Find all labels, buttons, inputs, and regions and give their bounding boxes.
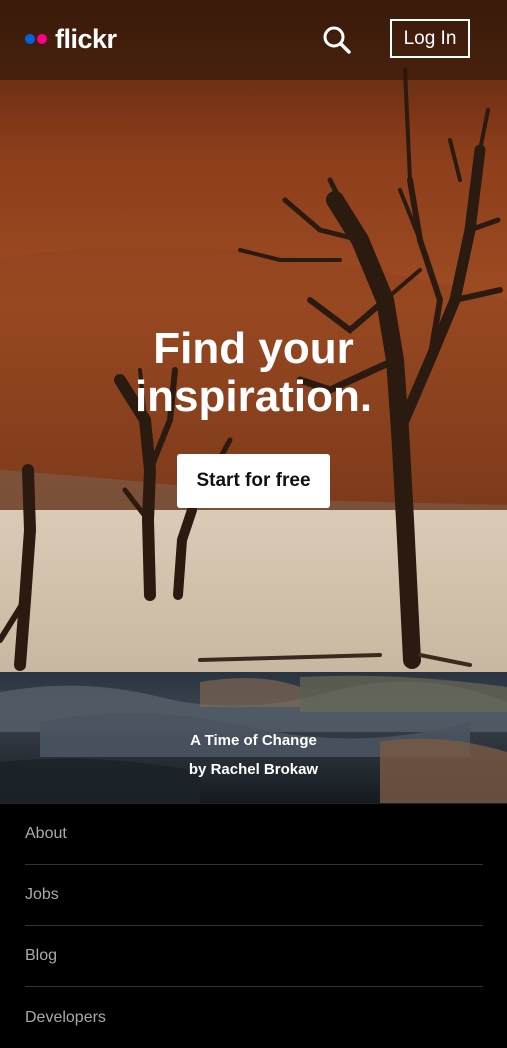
logo-text: flickr	[55, 24, 117, 54]
footer-link-developers[interactable]: Developers	[25, 987, 483, 1048]
flickr-logo[interactable]: flickr	[25, 24, 117, 54]
photo-author[interactable]: by Rachel Brokaw	[0, 761, 507, 778]
start-for-free-button[interactable]: Start for free	[177, 454, 330, 508]
search-button[interactable]	[322, 25, 352, 55]
footer-link-blog[interactable]: Blog	[25, 926, 483, 987]
hero-headline: Find your inspiration.	[0, 325, 507, 421]
footer-link-about[interactable]: About	[25, 804, 483, 865]
hero-headline-line-1: Find your	[153, 324, 354, 373]
logo-blue-dot-icon	[25, 34, 35, 44]
hero-headline-line-2: inspiration.	[134, 372, 373, 421]
logo-pink-dot-icon	[37, 34, 47, 44]
top-navigation-bar: flickr Log In	[0, 0, 507, 80]
search-icon	[323, 26, 351, 54]
footer-links: About Jobs Blog Developers	[0, 803, 507, 1043]
photo-title[interactable]: A Time of Change	[0, 732, 507, 749]
photo-credit-section[interactable]: A Time of Change by Rachel Brokaw	[0, 672, 507, 803]
footer-link-jobs[interactable]: Jobs	[25, 865, 483, 926]
hero-section: flickr Log In Find your inspiration. Sta…	[0, 0, 507, 672]
login-button[interactable]: Log In	[390, 19, 470, 58]
